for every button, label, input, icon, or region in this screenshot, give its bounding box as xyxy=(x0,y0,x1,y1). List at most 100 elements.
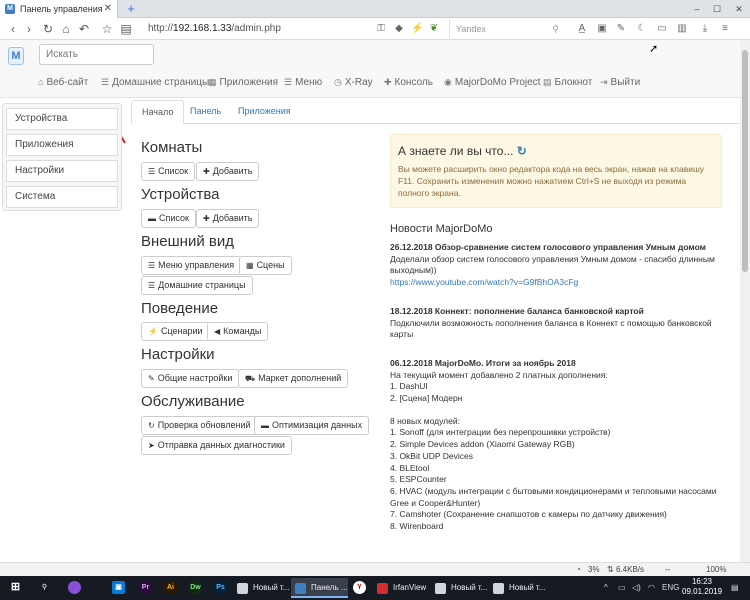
download-icon[interactable]: ⤓ xyxy=(699,21,711,37)
tab-home[interactable]: Начало xyxy=(131,100,185,124)
forward-icon[interactable]: › xyxy=(22,21,36,37)
site-favicon: M xyxy=(5,4,15,14)
search-icon[interactable]: ⚲ xyxy=(38,581,51,594)
search-icon: ⚲ xyxy=(552,24,559,34)
list-icon: ☰ xyxy=(148,167,156,176)
menu-item-homepages[interactable]: ☰ Домашние страницы xyxy=(101,77,209,88)
lightning-icon[interactable]: ⚡ xyxy=(411,21,423,37)
scrollbar-thumb[interactable] xyxy=(742,50,748,272)
control-menu-button[interactable]: ☰ Меню управления xyxy=(141,256,242,275)
sidebar-item-settings[interactable]: Настройки xyxy=(6,160,118,182)
majordomo-logo[interactable]: M xyxy=(8,47,24,65)
zoom-level[interactable]: 100% xyxy=(706,563,726,576)
leaf-icon[interactable]: ❦ xyxy=(428,21,440,37)
list-icon: ☰ xyxy=(101,77,110,87)
yandex-icon[interactable]: Y xyxy=(353,581,366,594)
extension-icon[interactable]: ◆ xyxy=(393,21,405,37)
back-icon[interactable]: ‹ xyxy=(6,21,20,37)
url-field[interactable]: http://192.168.1.33/admin.php xyxy=(148,20,281,38)
sidebar: Устройства Приложения Настройки Система xyxy=(2,103,122,211)
devices-list-button[interactable]: ▬ Список xyxy=(141,209,196,228)
menu-item-apps[interactable]: ▦ Приложения xyxy=(208,77,278,88)
grid-icon: ▦ xyxy=(208,77,217,87)
optimize-data-button[interactable]: ▬ Оптимизация данных xyxy=(254,416,370,435)
night-mode-icon[interactable]: ☾ xyxy=(636,21,648,37)
taskbar-task-active[interactable]: Панель ... xyxy=(291,578,348,598)
devices-add-button[interactable]: ✚ Добавить xyxy=(196,209,260,228)
news-link[interactable]: https://www.youtube.com/watch?v=G9fBhOA3… xyxy=(390,277,720,289)
scenes-button[interactable]: ▦ Сцены xyxy=(239,256,292,275)
menu-item-website[interactable]: ⌂ Веб-сайт xyxy=(38,77,88,88)
news-title[interactable]: 06.12.2018 MajorDoMo. Итоги за ноябрь 20… xyxy=(390,358,720,370)
premiere-icon[interactable]: Pr xyxy=(139,581,152,594)
home-icon[interactable]: ⌂ xyxy=(59,21,73,37)
menu-icon[interactable]: ≡ xyxy=(719,21,731,37)
scenarios-button[interactable]: ⚡ Сценарии xyxy=(141,322,210,341)
translate-icon[interactable]: A̲ xyxy=(576,21,588,37)
new-tab-button[interactable]: + xyxy=(124,0,138,18)
search-input[interactable] xyxy=(39,44,154,65)
maximize-icon[interactable]: ☐ xyxy=(710,0,724,18)
rooms-add-button[interactable]: ✚ Добавить xyxy=(196,162,260,181)
tab-applications[interactable]: Приложения xyxy=(228,100,301,124)
news-line: 6. HVAC (модуль интеграции с бытовыми ко… xyxy=(390,485,717,508)
market-button[interactable]: ⛟ Маркет дополнений xyxy=(238,369,349,388)
notifications-icon[interactable]: ▤ xyxy=(731,576,739,600)
tab-panel[interactable]: Панель xyxy=(180,100,231,124)
commands-button[interactable]: ◀ Команды xyxy=(207,322,269,341)
homepages-button[interactable]: ☰ Домашние страницы xyxy=(141,276,253,295)
photoshop-icon[interactable]: Ps xyxy=(214,581,227,594)
tray-chevron-icon[interactable]: ^ xyxy=(604,576,608,600)
menu-item-logout[interactable]: ⇥ Выйти xyxy=(600,77,640,88)
taskbar-task[interactable]: Новый т... xyxy=(431,578,488,598)
send-icon: ➤ xyxy=(148,441,155,450)
sidebar-item-system[interactable]: Система xyxy=(6,186,118,208)
windows-start-icon[interactable]: ⊞ xyxy=(9,581,22,594)
menu-item-console[interactable]: ✚ Консоль xyxy=(384,77,433,88)
refresh-icon[interactable]: ↻ xyxy=(517,144,527,158)
wallet-icon[interactable]: ▭ xyxy=(656,21,668,37)
language-indicator[interactable]: ENG xyxy=(662,576,679,600)
general-settings-button[interactable]: ✎ Общие настройки xyxy=(141,369,240,388)
screenshot-icon[interactable]: ▣ xyxy=(596,21,608,37)
sidebar-item-devices[interactable]: Устройства xyxy=(6,108,118,130)
bookmark-star-icon[interactable]: ☆ xyxy=(100,21,114,37)
menu-item-project[interactable]: ◉ MajorDoMo Project xyxy=(444,77,540,88)
cpu-icon: ◔ xyxy=(576,565,581,574)
dreamweaver-icon[interactable]: Dw xyxy=(189,581,202,594)
check-updates-button[interactable]: ↻ Проверка обновлений xyxy=(141,416,258,435)
menu-item-notebook[interactable]: ▤ Блокнот xyxy=(543,77,592,88)
illustrator-icon[interactable]: Ai xyxy=(164,581,177,594)
reload-icon[interactable]: ↻ xyxy=(41,21,55,37)
browser-tab[interactable]: M Панель управления ✕ xyxy=(0,0,118,18)
wifi-icon[interactable]: ◠ xyxy=(648,576,655,600)
store-icon[interactable]: ▣ xyxy=(112,581,125,594)
sidebar-item-apps[interactable]: Приложения xyxy=(6,134,118,156)
menu-item-menu[interactable]: ☰ Меню xyxy=(284,77,322,88)
news-title[interactable]: 26.12.2018 Обзор-сравнение систем голосо… xyxy=(390,242,720,254)
bullhorn-icon: ◀ xyxy=(214,327,221,336)
undo-close-icon[interactable]: ↶ xyxy=(77,21,91,37)
news-line: 3. OkBit UDP Devices xyxy=(390,450,473,461)
volume-icon[interactable]: ◁) xyxy=(632,576,641,600)
cortana-icon[interactable] xyxy=(68,581,81,594)
search-engine-field[interactable]: Yandex ⚲ xyxy=(449,20,565,38)
window-close-icon[interactable]: ✕ xyxy=(732,0,746,18)
minimize-icon[interactable]: – xyxy=(690,0,704,18)
taskbar-task[interactable]: Новый т... xyxy=(489,578,546,598)
menu-item-xray[interactable]: ◷ X-Ray xyxy=(334,77,373,88)
news-title[interactable]: 18.12.2018 Коннект: пополнение баланса б… xyxy=(390,306,720,318)
send-diagnostics-button[interactable]: ➤ Отправка данных диагностики xyxy=(141,436,292,455)
brush-icon[interactable]: ✎ xyxy=(615,21,627,37)
key-icon[interactable]: ⚿ xyxy=(375,21,387,37)
rooms-list-button[interactable]: ☰ Список xyxy=(141,162,196,181)
reader-icon[interactable]: ▤ xyxy=(119,21,133,37)
notes-icon[interactable]: ▥ xyxy=(676,21,688,37)
news-line: 4. BLEtool xyxy=(390,462,430,473)
clock[interactable]: 16:23 09.01.2019 xyxy=(682,577,722,597)
taskbar-task[interactable]: IrfanView xyxy=(373,578,430,598)
content-tabs: Начало Панель Приложения xyxy=(131,100,740,124)
network-tray-icon[interactable]: ▭ xyxy=(618,576,626,600)
taskbar-task[interactable]: Новый т... xyxy=(233,578,290,598)
tab-close-icon[interactable]: ✕ xyxy=(104,0,112,18)
